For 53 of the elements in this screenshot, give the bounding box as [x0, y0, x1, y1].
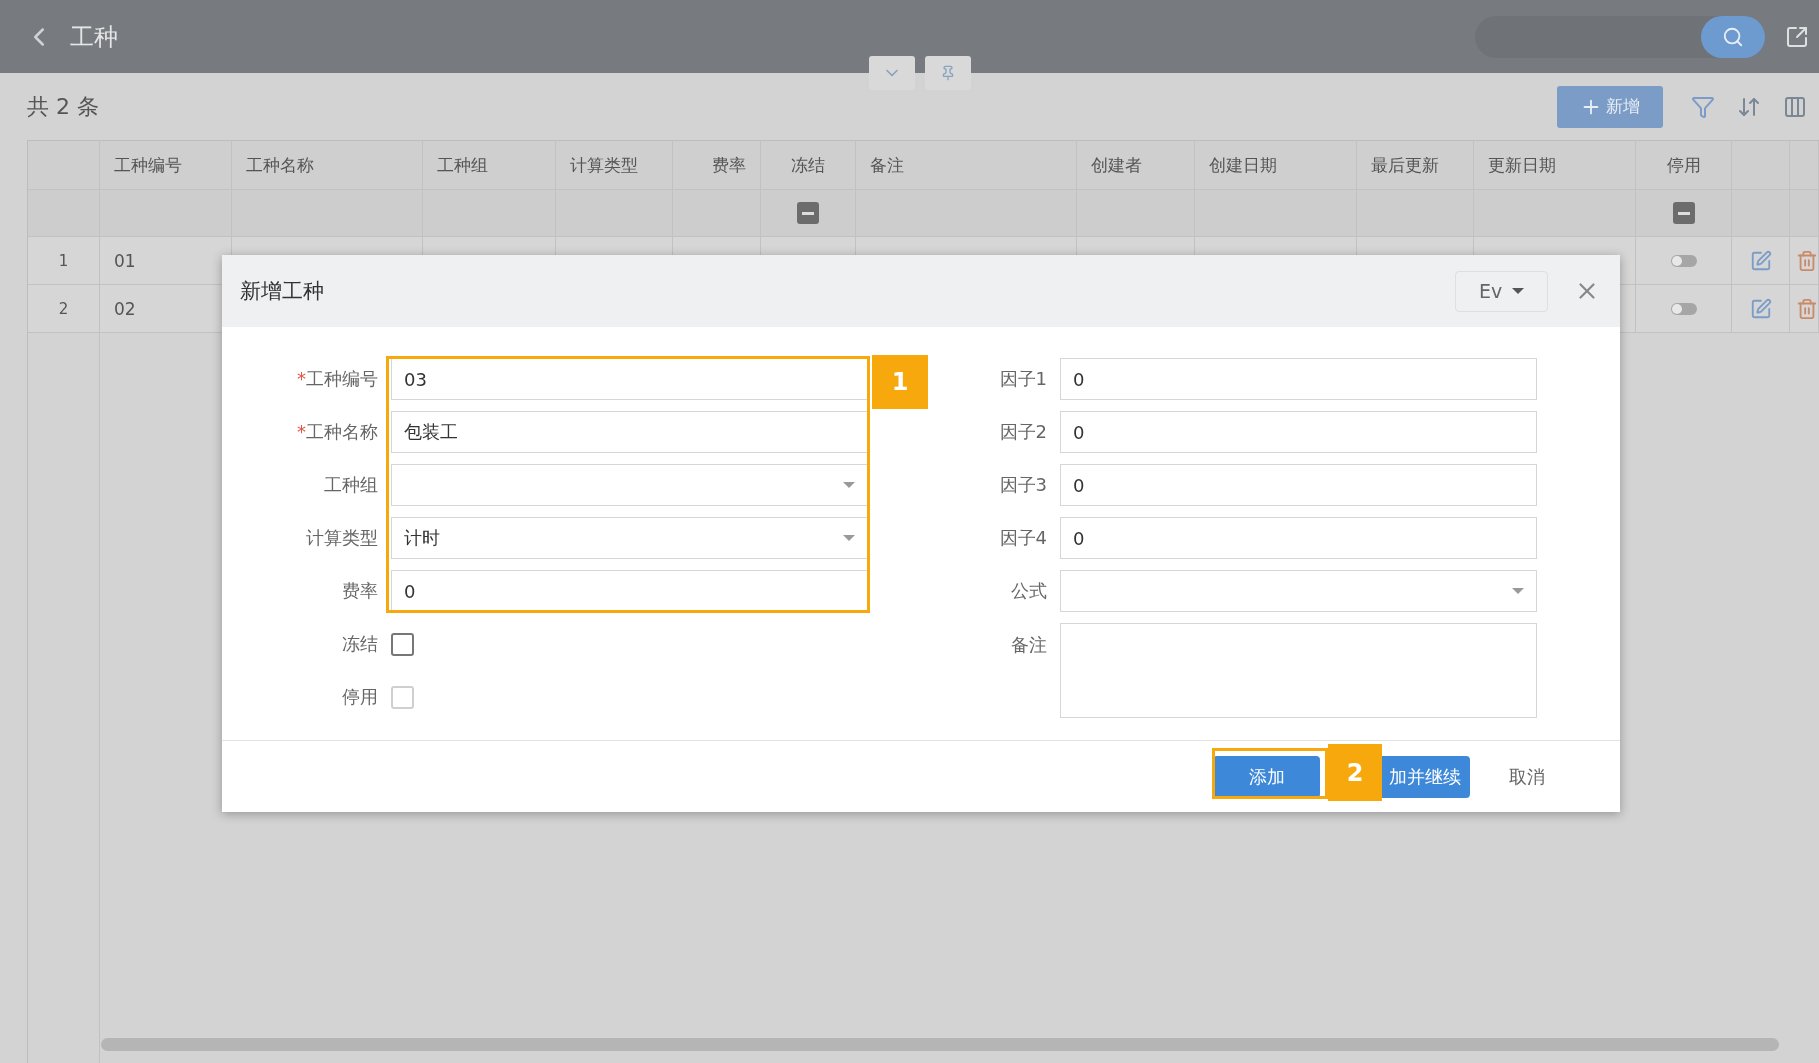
columns-icon[interactable]	[1783, 94, 1807, 119]
field-label: 冻结	[341, 632, 378, 656]
filter-icon[interactable]	[1691, 94, 1715, 119]
pin-icon	[940, 65, 956, 81]
scrollbar[interactable]	[101, 1038, 1779, 1051]
delete-icon[interactable]	[1796, 249, 1818, 272]
field-label: 停用	[341, 685, 378, 709]
search-field[interactable]	[1475, 15, 1765, 58]
field-label: 公式	[1010, 579, 1047, 603]
edit-icon[interactable]	[1749, 249, 1772, 272]
field-label: 因子4	[998, 526, 1047, 550]
cancel-button[interactable]: 取消	[1482, 755, 1572, 798]
language-dropdown[interactable]: Ev	[1455, 270, 1548, 312]
share-icon[interactable]	[1785, 24, 1809, 49]
select-field[interactable]: 计时	[391, 517, 868, 559]
input-field[interactable]: 包装工	[391, 411, 868, 453]
input-field[interactable]: 0	[1060, 464, 1537, 506]
dialog-title: 新增工种	[240, 278, 325, 305]
pin-button[interactable]	[925, 56, 971, 90]
field-label: *工种名称	[296, 420, 378, 444]
tristate-checkbox[interactable]	[797, 202, 819, 224]
checkbox[interactable]	[391, 632, 414, 656]
select-field[interactable]	[391, 464, 868, 506]
field-label: 工种组	[323, 473, 378, 497]
search-button[interactable]	[1701, 15, 1765, 58]
input-field[interactable]: 0	[1060, 411, 1537, 453]
page-title: 工种	[70, 21, 119, 53]
toggle-switch[interactable]	[1670, 254, 1697, 267]
textarea-field[interactable]	[1060, 623, 1537, 718]
collapse-button[interactable]	[869, 56, 915, 90]
primary-button[interactable]: 加并继续	[1380, 755, 1470, 798]
select-field[interactable]	[1060, 570, 1537, 612]
step-badge: 2	[1328, 744, 1382, 801]
row-number: 2	[28, 285, 100, 333]
field-label: 因子3	[998, 473, 1047, 497]
field-label: 备注	[1010, 633, 1047, 657]
primary-button[interactable]: 添加	[1213, 755, 1320, 798]
input-field[interactable]: 03	[391, 358, 868, 400]
field-label: 因子2	[998, 420, 1047, 444]
input-field[interactable]: 0	[391, 570, 868, 612]
toggle-switch[interactable]	[1670, 302, 1697, 315]
field-label: 因子1	[998, 367, 1047, 391]
input-field[interactable]: 0	[1060, 358, 1537, 400]
input-field[interactable]: 0	[1060, 517, 1537, 559]
field-label: 计算类型	[305, 526, 378, 550]
delete-icon[interactable]	[1796, 297, 1818, 320]
tristate-checkbox[interactable]	[1672, 202, 1695, 224]
search-icon	[1722, 25, 1744, 48]
field-label: 费率	[341, 579, 378, 603]
edit-icon[interactable]	[1749, 297, 1772, 320]
field-label: *工种编号	[296, 367, 378, 391]
record-count: 共 2 条	[27, 92, 100, 121]
step-badge: 1	[872, 355, 928, 409]
